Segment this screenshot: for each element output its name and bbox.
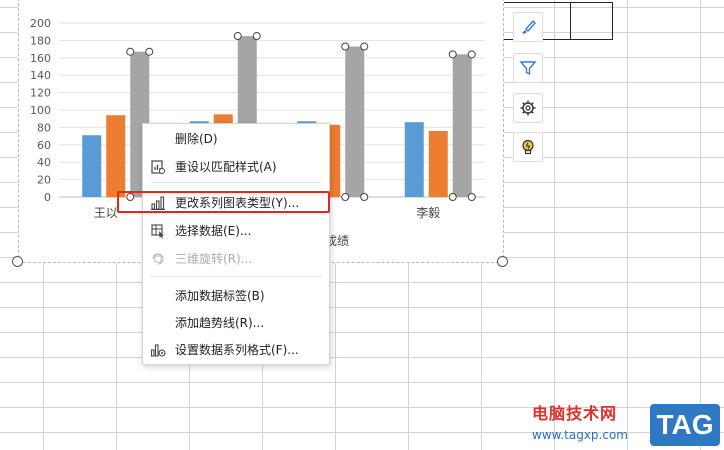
menu-item-label: 添加数据标签(B) (175, 289, 265, 303)
bar (345, 46, 365, 197)
bar-selection-handle (467, 50, 476, 59)
chart-resize-handle-bottom-right[interactable] (497, 256, 508, 267)
reset-style-icon (151, 160, 165, 174)
y-tick-label: 160 (30, 52, 51, 65)
menu-item-select-data[interactable]: 选择数据(E)... (143, 218, 329, 244)
bar-selection-handle (360, 42, 369, 51)
y-tick-label: 200 (30, 17, 51, 30)
gear-icon (520, 100, 536, 116)
menu-separator (151, 276, 321, 277)
y-tick-label: 80 (37, 121, 51, 134)
x-category-label: 王以 (94, 206, 118, 220)
menu-separator (151, 182, 321, 183)
brush-icon (522, 19, 536, 34)
chart-settings-button[interactable] (513, 93, 543, 123)
chart-smart-button[interactable] (513, 132, 543, 162)
y-tick-label: 0 (44, 191, 51, 204)
y-tick-label: 20 (37, 174, 51, 187)
bar (82, 135, 102, 197)
y-tick-label: 40 (37, 156, 51, 169)
menu-item-add-trendline[interactable]: 添加趋势线(R)... (143, 310, 329, 336)
chart-resize-handle-bottom-left[interactable] (12, 256, 23, 267)
bar-selection-handle (126, 47, 135, 56)
bar-selection-handle (341, 193, 350, 201)
cell-divider (570, 3, 571, 39)
select-data-icon (151, 224, 164, 239)
bar-selection-handle (233, 32, 242, 41)
menu-item-add-data-labels[interactable]: 添加数据标签(B) (143, 283, 329, 309)
bar (452, 54, 472, 197)
watermark-title: 电脑技术网 (532, 404, 618, 423)
bar-selection-handle (252, 32, 261, 41)
menu-item-format-data-series[interactable]: 设置数据系列格式(F)... (143, 337, 329, 363)
filter-icon (519, 61, 537, 76)
bar-selection-handle (360, 193, 369, 201)
menu-item-label: 选择数据(E)... (175, 224, 252, 238)
bar (106, 115, 126, 197)
bar-selection-handle (341, 42, 350, 51)
bar-selection-handle (448, 50, 457, 59)
watermark-url: www.tagxp.com (532, 428, 628, 442)
bar (404, 122, 424, 197)
chart-style-button[interactable] (513, 12, 543, 42)
bar (428, 130, 448, 197)
lightbulb-icon (522, 139, 534, 155)
annotation-highlight-box (117, 191, 330, 213)
bar-selection-handle (467, 193, 476, 201)
menu-item-label: 添加趋势线(R)... (175, 316, 265, 330)
format-series-icon (150, 344, 166, 357)
menu-item-label: 重设以匹配样式(A) (175, 160, 277, 174)
bar-selection-handle (448, 193, 457, 201)
menu-item-label: 删除(D) (175, 132, 218, 146)
watermark-tag-logo: TAG (650, 404, 720, 446)
rotate-3d-icon (152, 253, 164, 265)
watermark: 电脑技术网 www.tagxp.com TAG (524, 400, 724, 450)
chart-filter-button[interactable] (513, 53, 543, 83)
menu-item-label: 设置数据系列格式(F)... (175, 343, 299, 357)
context-menu: 删除(D) 重设以匹配样式(A) 更改系列图表类型(Y)... 选择数据(E).… (142, 123, 330, 365)
menu-item-label: 三维旋转(R)... (175, 252, 253, 266)
y-tick-label: 180 (30, 34, 51, 47)
x-category-label: 李毅 (416, 205, 440, 220)
bar-selection-handle (145, 47, 154, 56)
y-tick-label: 60 (37, 139, 51, 152)
menu-item-3d-rotation: 三维旋转(R)... (143, 246, 329, 272)
menu-item-reset-style[interactable]: 重设以匹配样式(A) (143, 154, 329, 180)
y-tick-label: 120 (30, 87, 51, 100)
y-tick-label: 140 (30, 69, 51, 82)
y-tick-label: 100 (30, 104, 51, 117)
menu-item-delete[interactable]: 删除(D) (143, 126, 329, 152)
